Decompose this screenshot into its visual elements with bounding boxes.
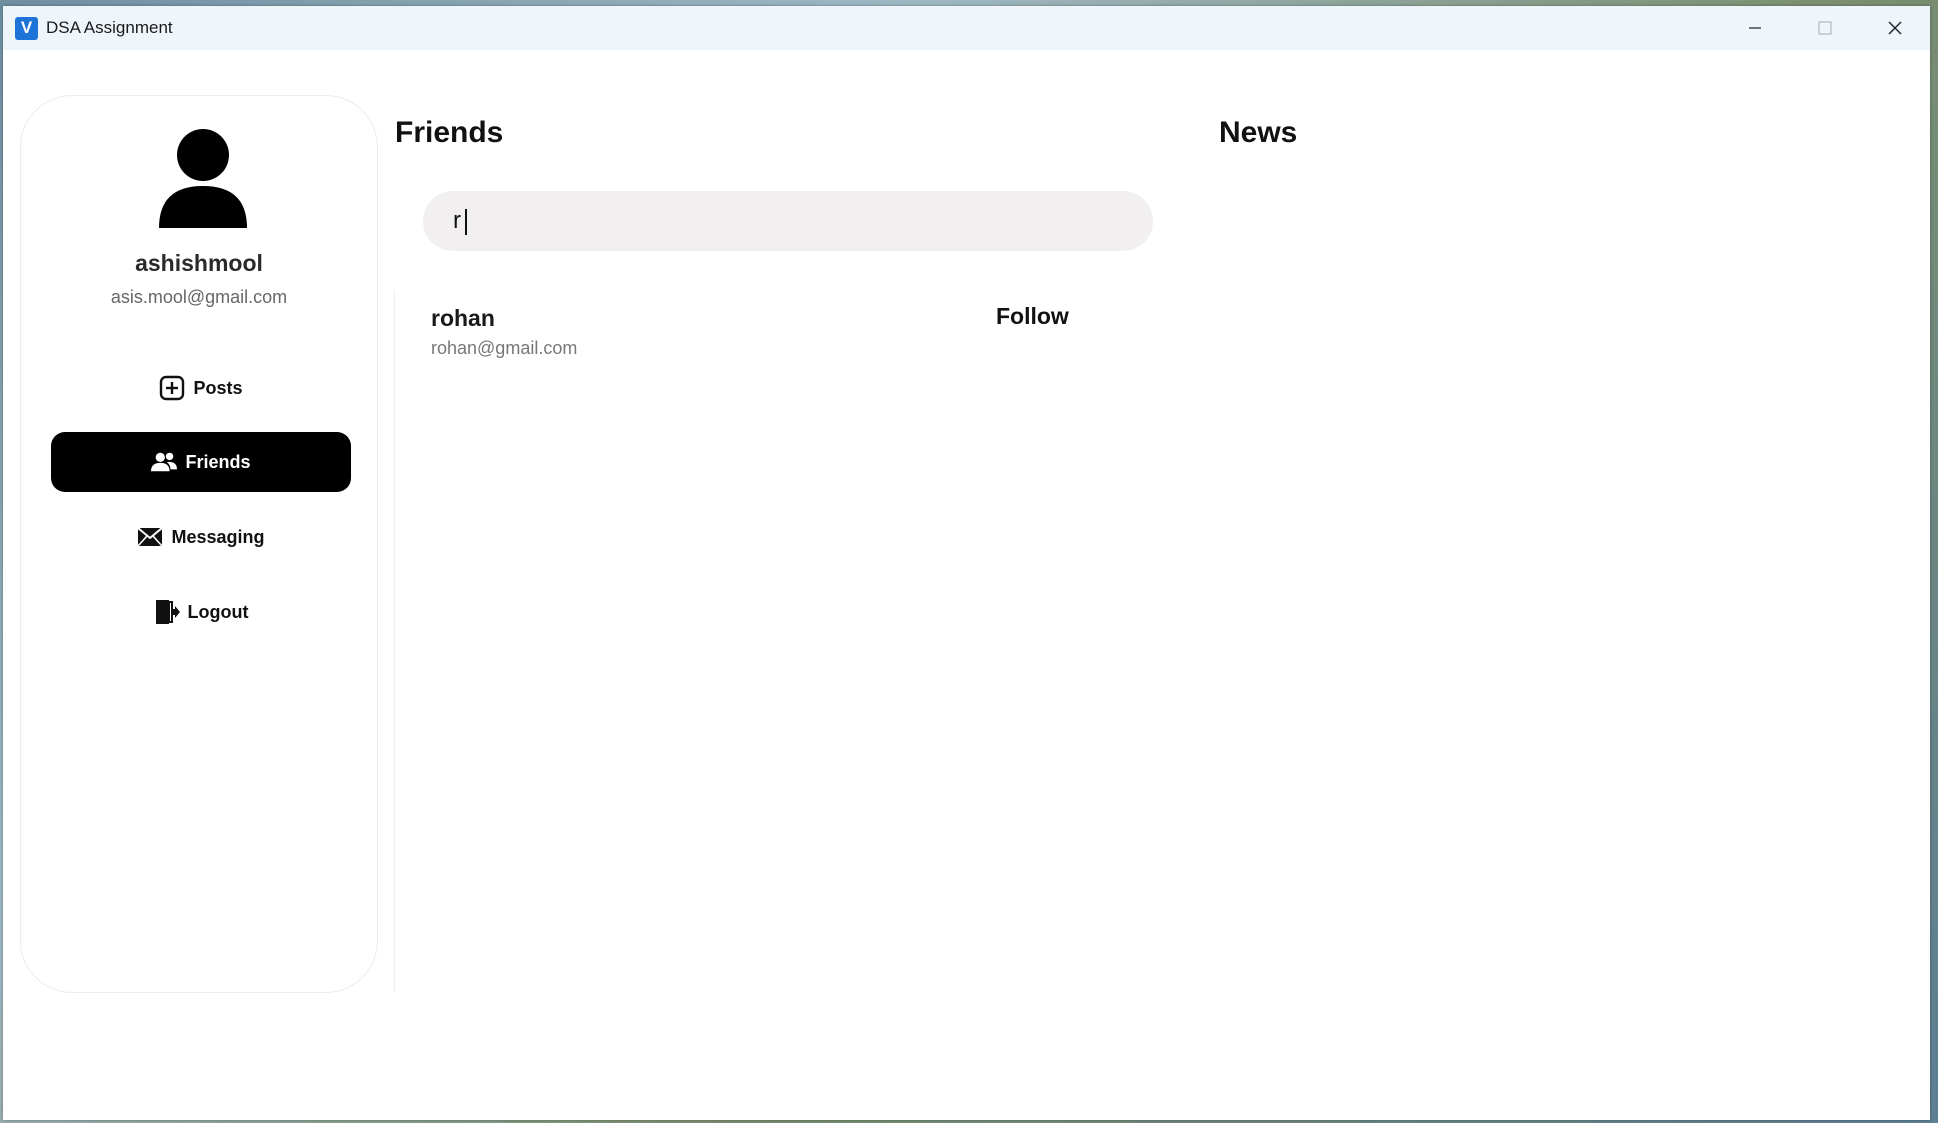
follow-button[interactable]: Follow <box>996 303 1069 330</box>
close-icon <box>1888 21 1902 35</box>
nav-label: Logout <box>187 601 249 622</box>
result-email: rohan@gmail.com <box>431 338 578 358</box>
friend-search-result: rohan rohan@gmail.com Follow <box>428 298 1088 368</box>
profile-username: ashishmool <box>135 250 263 276</box>
news-section-title: News <box>1219 116 1298 149</box>
close-button[interactable] <box>1860 6 1930 50</box>
app-logo-icon: V <box>15 16 38 40</box>
nav-item-friends[interactable]: Friends <box>51 432 351 492</box>
window-title: DSA Assignment <box>46 18 173 37</box>
panel-divider <box>394 290 395 993</box>
window-controls <box>1720 6 1930 50</box>
app-window: V DSA Assignment ashishmool asis.mool@gm… <box>3 6 1930 1120</box>
sidebar: ashishmool asis.mool@gmail.com Posts Fri… <box>20 95 378 993</box>
nav-label: Friends <box>185 451 251 472</box>
envelope-icon <box>137 524 164 550</box>
nav-item-posts[interactable]: Posts <box>51 358 351 418</box>
maximize-icon <box>1818 21 1832 35</box>
nav-label: Posts <box>193 377 243 398</box>
result-username: rohan <box>431 305 495 331</box>
text-caret <box>465 209 467 235</box>
minimize-button[interactable] <box>1720 6 1790 50</box>
avatar-person-icon <box>159 129 247 228</box>
people-icon <box>151 449 178 475</box>
logout-door-icon <box>154 599 180 625</box>
title-bar[interactable]: V DSA Assignment <box>3 6 1930 50</box>
nav-item-messaging[interactable]: Messaging <box>51 507 351 567</box>
profile-email: asis.mool@gmail.com <box>110 287 288 307</box>
friend-search-input[interactable] <box>423 191 1153 251</box>
add-box-icon <box>159 375 185 401</box>
minimize-icon <box>1749 27 1761 29</box>
maximize-button[interactable] <box>1790 6 1860 50</box>
nav-item-logout[interactable]: Logout <box>51 582 351 642</box>
friends-section-title: Friends <box>395 116 504 149</box>
nav-label: Messaging <box>171 526 265 547</box>
